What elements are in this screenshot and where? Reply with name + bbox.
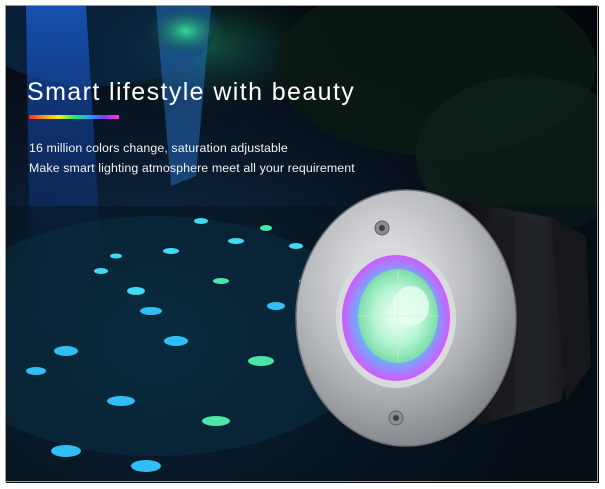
feature-line-atmosphere: Make smart lighting atmosphere meet all … (29, 161, 355, 175)
banner-headline: Smart lifestyle with beauty (27, 78, 356, 106)
rainbow-accent-bar (29, 115, 119, 119)
feature-line-colors: 16 million colors change, saturation adj… (29, 141, 288, 155)
product-banner: Smart lifestyle with beauty 16 million c… (6, 6, 599, 483)
